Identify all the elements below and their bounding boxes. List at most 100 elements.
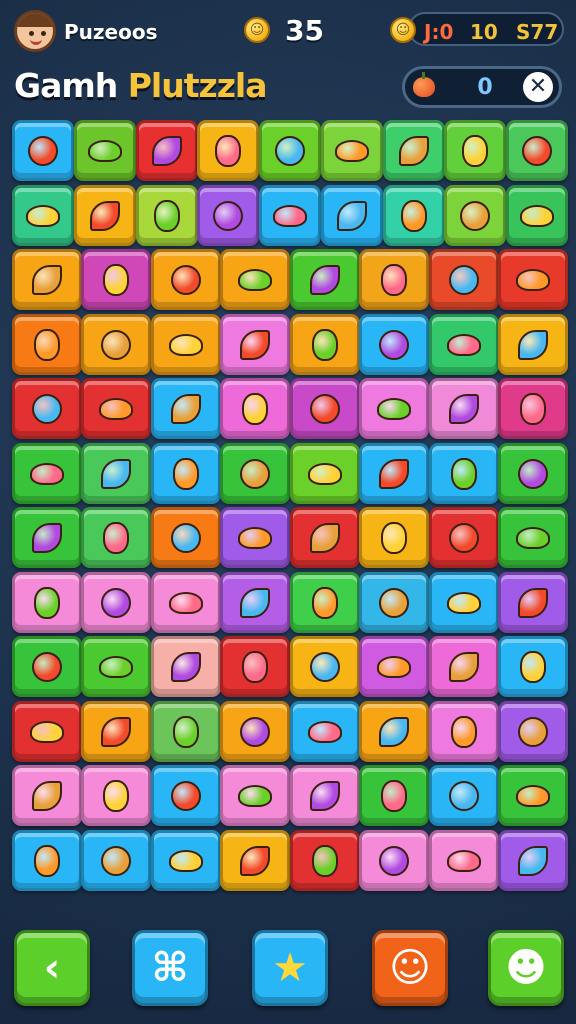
board-tile[interactable] bbox=[136, 185, 198, 246]
board-tile[interactable] bbox=[498, 443, 568, 504]
board-tile[interactable] bbox=[429, 572, 499, 633]
board-tile[interactable] bbox=[290, 507, 360, 568]
board-tile[interactable] bbox=[12, 507, 82, 568]
board-tile[interactable] bbox=[290, 314, 360, 375]
board-tile[interactable] bbox=[429, 378, 499, 439]
board-tile[interactable] bbox=[321, 120, 383, 181]
board-tile[interactable] bbox=[359, 507, 429, 568]
close-button[interactable]: ✕ bbox=[523, 72, 553, 102]
board-tile[interactable] bbox=[220, 636, 290, 697]
character-button[interactable]: ☻ bbox=[488, 930, 564, 1006]
board-tile[interactable] bbox=[151, 507, 221, 568]
board-tile[interactable] bbox=[151, 636, 221, 697]
board-tile[interactable] bbox=[290, 830, 360, 891]
board-tile[interactable] bbox=[81, 443, 151, 504]
board-tile[interactable] bbox=[290, 765, 360, 826]
board-tile[interactable] bbox=[81, 507, 151, 568]
board-tile[interactable] bbox=[359, 701, 429, 762]
board-tile[interactable] bbox=[359, 636, 429, 697]
board-tile[interactable] bbox=[81, 765, 151, 826]
board-tile[interactable] bbox=[359, 830, 429, 891]
board-tile[interactable] bbox=[506, 185, 568, 246]
board-tile[interactable] bbox=[498, 572, 568, 633]
board-tile[interactable] bbox=[290, 443, 360, 504]
board-tile[interactable] bbox=[74, 120, 136, 181]
board-tile[interactable] bbox=[12, 249, 82, 310]
board-tile[interactable] bbox=[498, 507, 568, 568]
board-tile[interactable] bbox=[359, 443, 429, 504]
board-tile[interactable] bbox=[151, 314, 221, 375]
board-tile[interactable] bbox=[220, 701, 290, 762]
board-tile[interactable] bbox=[12, 378, 82, 439]
board-tile[interactable] bbox=[12, 185, 74, 246]
board-tile[interactable] bbox=[321, 185, 383, 246]
board-tile[interactable] bbox=[151, 443, 221, 504]
board-tile[interactable] bbox=[136, 120, 198, 181]
board-tile[interactable] bbox=[151, 830, 221, 891]
board-tile[interactable] bbox=[81, 636, 151, 697]
board-tile[interactable] bbox=[444, 120, 506, 181]
board-tile[interactable] bbox=[359, 378, 429, 439]
board-tile[interactable] bbox=[290, 636, 360, 697]
board-tile[interactable] bbox=[429, 507, 499, 568]
board-tile[interactable] bbox=[498, 249, 568, 310]
board-tile[interactable] bbox=[220, 572, 290, 633]
board-tile[interactable] bbox=[359, 765, 429, 826]
board-tile[interactable] bbox=[359, 572, 429, 633]
face-button[interactable]: ☺ bbox=[372, 930, 448, 1006]
board-tile[interactable] bbox=[429, 701, 499, 762]
board-tile[interactable] bbox=[429, 249, 499, 310]
board-tile[interactable] bbox=[220, 314, 290, 375]
board-tile[interactable] bbox=[259, 120, 321, 181]
board-tile[interactable] bbox=[429, 636, 499, 697]
board-tile[interactable] bbox=[151, 378, 221, 439]
board-tile[interactable] bbox=[429, 830, 499, 891]
board-tile[interactable] bbox=[220, 765, 290, 826]
board-tile[interactable] bbox=[81, 314, 151, 375]
board-tile[interactable] bbox=[12, 443, 82, 504]
board-tile[interactable] bbox=[290, 572, 360, 633]
board-tile[interactable] bbox=[290, 701, 360, 762]
board-tile[interactable] bbox=[498, 701, 568, 762]
board-tile[interactable] bbox=[12, 636, 82, 697]
board-tile[interactable] bbox=[429, 443, 499, 504]
board-tile[interactable] bbox=[12, 701, 82, 762]
board-tile[interactable] bbox=[444, 185, 506, 246]
board-tile[interactable] bbox=[220, 830, 290, 891]
board-tile[interactable] bbox=[81, 249, 151, 310]
board-tile[interactable] bbox=[197, 120, 259, 181]
player-avatar-icon[interactable] bbox=[14, 10, 56, 52]
board-tile[interactable] bbox=[220, 249, 290, 310]
puzzle-piece-button[interactable]: ⌘ bbox=[132, 930, 208, 1006]
board-tile[interactable] bbox=[359, 249, 429, 310]
board-tile[interactable] bbox=[197, 185, 259, 246]
board-tile[interactable] bbox=[383, 120, 445, 181]
board-tile[interactable] bbox=[498, 636, 568, 697]
board-tile[interactable] bbox=[12, 830, 82, 891]
board-tile[interactable] bbox=[259, 185, 321, 246]
board-tile[interactable] bbox=[290, 249, 360, 310]
board-tile[interactable] bbox=[12, 314, 82, 375]
board-tile[interactable] bbox=[81, 378, 151, 439]
board-tile[interactable] bbox=[12, 765, 82, 826]
board-tile[interactable] bbox=[359, 314, 429, 375]
back-arrow-button[interactable]: ‹ bbox=[14, 930, 90, 1006]
board-tile[interactable] bbox=[151, 249, 221, 310]
board-tile[interactable] bbox=[220, 378, 290, 439]
board-tile[interactable] bbox=[151, 572, 221, 633]
board-tile[interactable] bbox=[498, 830, 568, 891]
board-tile[interactable] bbox=[498, 378, 568, 439]
board-tile[interactable] bbox=[74, 185, 136, 246]
board-tile[interactable] bbox=[290, 378, 360, 439]
board-tile[interactable] bbox=[506, 120, 568, 181]
board-tile[interactable] bbox=[81, 572, 151, 633]
board-tile[interactable] bbox=[81, 830, 151, 891]
board-tile[interactable] bbox=[151, 765, 221, 826]
board-tile[interactable] bbox=[220, 443, 290, 504]
star-button[interactable]: ★ bbox=[252, 930, 328, 1006]
board-tile[interactable] bbox=[12, 120, 74, 181]
board-tile[interactable] bbox=[498, 765, 568, 826]
board-tile[interactable] bbox=[12, 572, 82, 633]
board-tile[interactable] bbox=[429, 765, 499, 826]
board-tile[interactable] bbox=[498, 314, 568, 375]
